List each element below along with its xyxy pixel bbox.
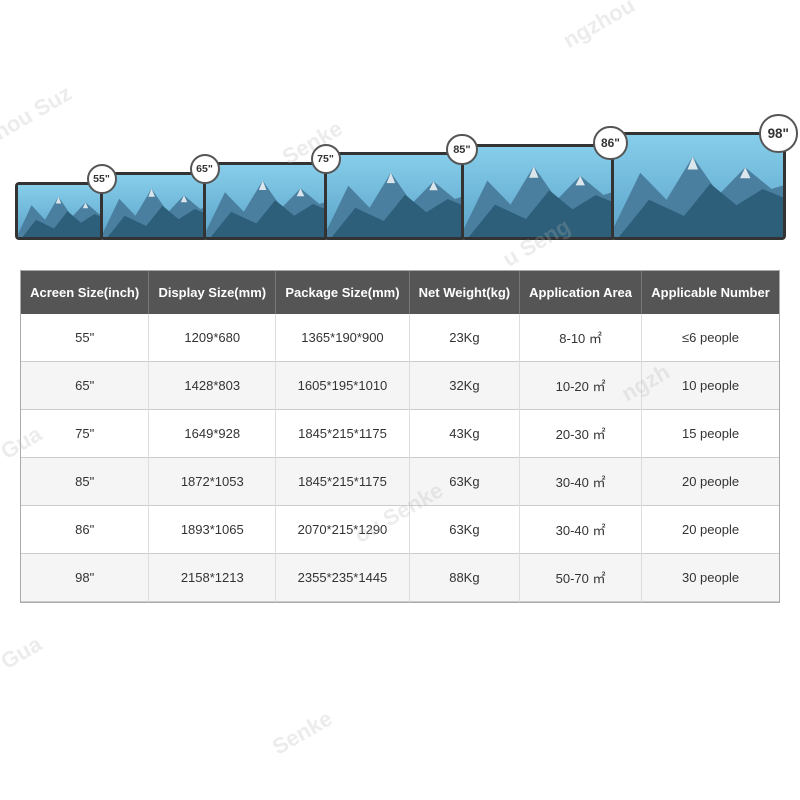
table-cell-0-3: 23Kg [409,314,519,362]
table-cell-3-0: 85" [21,458,149,506]
table-header-1: Display Size(mm) [149,271,276,314]
screen-size-label: 86" [593,126,627,160]
table-cell-4-5: 20 people [642,506,779,554]
table-cell-2-3: 43Kg [409,410,519,458]
table-cell-0-5: ≤6 people [642,314,779,362]
product-table: Acreen Size(inch)Display Size(mm)Package… [21,271,779,602]
screen-item-3: 75" [203,162,329,240]
table-cell-4-2: 2070*215*1290 [276,506,410,554]
table-cell-5-1: 2158*1213 [149,554,276,602]
table-cell-1-1: 1428*803 [149,362,276,410]
screen-size-label: 55" [87,164,117,194]
table-cell-3-1: 1872*1053 [149,458,276,506]
table-cell-3-2: 1845*215*1175 [276,458,410,506]
screen-item-4: 85" [324,152,466,240]
product-table-container: Acreen Size(inch)Display Size(mm)Package… [20,270,780,603]
screen-size-label: 85" [446,134,477,165]
table-cell-1-3: 32Kg [409,362,519,410]
table-row: 55"1209*6801365*190*90023Kg8-10 ㎡≤6 peop… [21,314,779,362]
screen-size-label: 98" [759,114,798,153]
table-cell-4-0: 86" [21,506,149,554]
table-row: 98"2158*12132355*235*144588Kg50-70 ㎡30 p… [21,554,779,602]
screens-illustration: 55"65"75"85"86"98" [0,50,800,260]
table-header-2: Package Size(mm) [276,271,410,314]
table-cell-5-4: 50-70 ㎡ [520,554,642,602]
screen-item-6: 98" [611,132,786,240]
table-cell-2-4: 20-30 ㎡ [520,410,642,458]
page-title [0,0,800,50]
table-cell-5-2: 2355*235*1445 [276,554,410,602]
table-cell-0-4: 8-10 ㎡ [520,314,642,362]
table-row: 65"1428*8031605*195*101032Kg10-20 ㎡10 pe… [21,362,779,410]
table-cell-3-4: 30-40 ㎡ [520,458,642,506]
table-header-4: Application Area [520,271,642,314]
table-cell-4-3: 63Kg [409,506,519,554]
table-cell-0-0: 55" [21,314,149,362]
table-cell-1-4: 10-20 ㎡ [520,362,642,410]
table-cell-5-5: 30 people [642,554,779,602]
screen-item-5: 86" [461,144,616,240]
table-row: 85"1872*10531845*215*117563Kg30-40 ㎡20 p… [21,458,779,506]
table-header-0: Acreen Size(inch) [21,271,149,314]
screen-display [15,182,105,240]
table-cell-3-3: 63Kg [409,458,519,506]
table-header: Acreen Size(inch)Display Size(mm)Package… [21,271,779,314]
screen-size-label: 65" [190,154,220,184]
table-cell-4-1: 1893*1065 [149,506,276,554]
screen-display [461,144,616,240]
table-cell-2-2: 1845*215*1175 [276,410,410,458]
table-cell-5-0: 98" [21,554,149,602]
table-row: 75"1649*9281845*215*117543Kg20-30 ㎡15 pe… [21,410,779,458]
table-cell-0-1: 1209*680 [149,314,276,362]
table-cell-1-5: 10 people [642,362,779,410]
table-cell-5-3: 88Kg [409,554,519,602]
screen-size-label: 75" [311,144,341,174]
table-cell-1-0: 65" [21,362,149,410]
screen-display [203,162,329,240]
screen-display [611,132,786,240]
table-cell-2-1: 1649*928 [149,410,276,458]
screen-item-1: 55" [15,182,105,240]
table-cell-1-2: 1605*195*1010 [276,362,410,410]
table-cell-0-2: 1365*190*900 [276,314,410,362]
table-header-5: Applicable Number [642,271,779,314]
table-header-3: Net Weight(kg) [409,271,519,314]
table-cell-2-0: 75" [21,410,149,458]
screen-display [324,152,466,240]
table-cell-2-5: 15 people [642,410,779,458]
table-cell-4-4: 30-40 ㎡ [520,506,642,554]
table-row: 86"1893*10652070*215*129063Kg30-40 ㎡20 p… [21,506,779,554]
table-cell-3-5: 20 people [642,458,779,506]
